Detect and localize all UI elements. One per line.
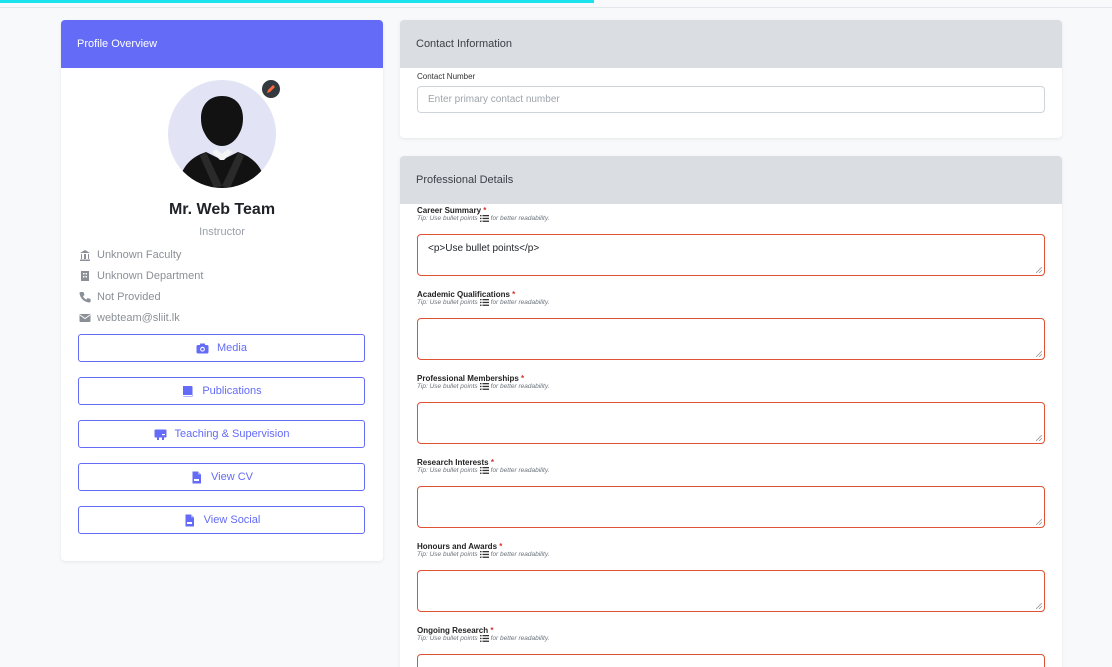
file-icon [183, 514, 196, 527]
chalkboard-teacher-icon [154, 428, 167, 441]
tip-suffix: for better readability. [490, 383, 550, 390]
field-textarea[interactable] [417, 570, 1045, 612]
list-icon [479, 551, 489, 558]
list-icon [479, 299, 489, 306]
tip-suffix: for better readability. [490, 551, 550, 558]
list-icon [479, 635, 489, 642]
media-button[interactable]: Media [78, 334, 365, 362]
field-label: Ongoing Research * [417, 626, 493, 635]
email-text: webteam@sliit.lk [97, 312, 180, 324]
contact-number-input[interactable]: Enter primary contact number [417, 86, 1045, 113]
faculty-row: Unknown Faculty [79, 249, 181, 261]
field-label-text: Research Interests [417, 458, 489, 467]
field-textarea[interactable] [417, 402, 1045, 444]
camera-icon [196, 342, 209, 355]
professional-details-card: Professional Details Career Summary * Tip… [400, 156, 1062, 667]
professional-card-header: Professional Details [400, 156, 1062, 204]
resize-handle-icon[interactable] [1036, 603, 1042, 609]
list-icon [479, 467, 489, 474]
profile-card: Profile Overview Mr. Web Team Instructor… [61, 20, 383, 561]
media-button-label: Media [217, 342, 247, 354]
tip-suffix: for better readability. [490, 215, 550, 222]
textarea-value: <p>Use bullet points</p> [428, 243, 540, 254]
field-label: Honours and Awards * [417, 542, 502, 551]
file-pdf-icon [190, 471, 203, 484]
tip-prefix: Tip: Use bullet points [417, 215, 478, 222]
resize-handle-icon[interactable] [1036, 519, 1042, 525]
phone-row: Not Provided [79, 291, 161, 303]
field-label-text: Career Summary [417, 206, 482, 215]
resize-handle-icon[interactable] [1036, 435, 1042, 441]
department-row: Unknown Department [79, 270, 203, 282]
required-mark: * [512, 290, 516, 299]
tip-suffix: for better readability. [490, 467, 550, 474]
contact-card-header: Contact Information [400, 20, 1062, 68]
profile-card-header: Profile Overview [61, 20, 383, 68]
view-social-button-label: View Social [203, 514, 261, 526]
building-icon [79, 249, 91, 261]
tip-suffix: for better readability. [490, 299, 550, 306]
field-tip: Tip: Use bullet points for better readabi… [417, 635, 549, 642]
required-mark: * [490, 626, 494, 635]
avatar [168, 80, 276, 188]
book-icon [181, 385, 194, 398]
teaching-supervision-button[interactable]: Teaching & Supervision [78, 420, 365, 448]
envelope-icon [79, 312, 91, 324]
resize-handle-icon[interactable] [1036, 351, 1042, 357]
field-textarea[interactable]: <p>Use bullet points</p> [417, 234, 1045, 276]
office-icon [79, 270, 91, 282]
avatar-container [168, 78, 282, 188]
field-tip: Tip: Use bullet points for better readabi… [417, 383, 549, 390]
profile-name: Mr. Web Team [168, 201, 276, 218]
publications-button[interactable]: Publications [78, 377, 365, 405]
resize-handle-icon[interactable] [1036, 267, 1042, 273]
field-label-text: Ongoing Research [417, 626, 489, 635]
department-text: Unknown Department [97, 270, 204, 282]
field-textarea[interactable] [417, 654, 1045, 667]
email-row: webteam@sliit.lk [79, 312, 180, 324]
field-label-text: Professional Memberships [417, 374, 519, 383]
phone-icon [79, 291, 91, 303]
view-cv-button[interactable]: View CV [78, 463, 365, 491]
teaching-button-label: Teaching & Supervision [174, 428, 290, 440]
field-label-text: Honours and Awards [417, 542, 498, 551]
required-mark: * [483, 206, 487, 215]
list-icon [479, 215, 489, 222]
profile-role: Instructor [199, 226, 245, 238]
required-mark: * [499, 542, 503, 551]
page-progress-bar [0, 0, 594, 3]
tip-prefix: Tip: Use bullet points [417, 635, 478, 642]
person-silhouette-icon [178, 96, 266, 188]
tip-suffix: for better readability. [490, 635, 550, 642]
tip-prefix: Tip: Use bullet points [417, 299, 478, 306]
tip-prefix: Tip: Use bullet points [417, 551, 478, 558]
required-mark: * [490, 458, 494, 467]
field-label: Research Interests * [417, 458, 494, 467]
tip-prefix: Tip: Use bullet points [417, 383, 478, 390]
field-label: Professional Memberships * [417, 374, 524, 383]
list-icon [479, 383, 489, 390]
publications-button-label: Publications [202, 385, 262, 397]
field-tip: Tip: Use bullet points for better readabi… [417, 299, 549, 306]
view-social-button[interactable]: View Social [78, 506, 365, 534]
faculty-text: Unknown Faculty [97, 249, 182, 261]
field-tip: Tip: Use bullet points for better readabi… [417, 215, 549, 222]
field-label-text: Academic Qualifications [417, 290, 510, 299]
field-tip: Tip: Use bullet points for better readabi… [417, 467, 549, 474]
required-mark: * [521, 374, 525, 383]
edit-avatar-button[interactable] [260, 78, 282, 100]
view-cv-button-label: View CV [211, 471, 253, 483]
field-label: Career Summary * [417, 206, 486, 215]
pencil-icon [267, 85, 275, 93]
contact-number-label: Contact Number [417, 72, 476, 81]
field-textarea[interactable] [417, 318, 1045, 360]
contact-information-card: Contact Information Contact Number Enter… [400, 20, 1062, 138]
field-tip: Tip: Use bullet points for better readabi… [417, 551, 549, 558]
tip-prefix: Tip: Use bullet points [417, 467, 478, 474]
phone-text: Not Provided [97, 291, 161, 303]
field-textarea[interactable] [417, 486, 1045, 528]
field-label: Academic Qualifications * [417, 290, 515, 299]
